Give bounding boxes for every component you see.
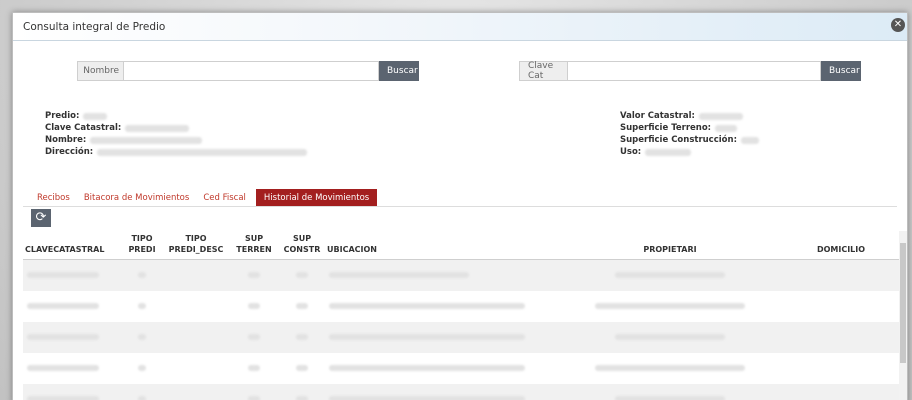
- redacted-value: [740, 136, 759, 144]
- modal-header: Consulta integral de Predio: [13, 13, 907, 41]
- table-cell: [121, 290, 163, 322]
- table-cell: [565, 321, 775, 353]
- redacted-value: [715, 124, 738, 132]
- col-header-tipo-predi-desc[interactable]: TIPO PREDI_DESC: [163, 231, 229, 260]
- table-cell: [325, 259, 565, 291]
- nombre-search-button[interactable]: Buscar: [379, 61, 419, 81]
- redacted-value: [97, 148, 308, 156]
- nombre-info-label: Nombre:: [45, 135, 87, 145]
- table-cell: [775, 290, 907, 322]
- table-cell: [279, 383, 325, 400]
- redacted-value: [645, 148, 692, 156]
- table-cell: [163, 321, 229, 353]
- table-cell: [23, 290, 121, 322]
- modal-title: Consulta integral de Predio: [23, 20, 166, 33]
- table-cell: [121, 259, 163, 291]
- table-cell: [279, 259, 325, 291]
- redacted-value: [698, 112, 743, 120]
- table-row[interactable]: [23, 383, 907, 400]
- col-header-tipo-predi[interactable]: TIPO PREDI: [121, 231, 163, 260]
- nombre-search: Nombre Buscar: [77, 61, 419, 81]
- nombre-input[interactable]: [123, 61, 379, 81]
- table-header-row: CLAVECATASTRAL TIPO PREDI TIPO PREDI_DESC …: [23, 231, 907, 260]
- col-header-sup-constr[interactable]: SUP CONSTR: [279, 231, 325, 260]
- col-header-clavecatastral[interactable]: CLAVECATASTRAL: [23, 231, 121, 260]
- predio-info-right: Valor Catastral: Superficie Terreno: Sup…: [620, 110, 759, 158]
- clave-search: Clave Cat Buscar: [519, 61, 861, 81]
- table-row[interactable]: [23, 290, 907, 322]
- table-cell: [23, 321, 121, 353]
- valor-catastral-label: Valor Catastral:: [620, 111, 695, 121]
- clave-cat-search-button[interactable]: Buscar: [821, 61, 861, 81]
- table-cell: [163, 383, 229, 400]
- table-cell: [775, 352, 907, 384]
- table-cell: [23, 383, 121, 400]
- table-cell: [229, 290, 279, 322]
- table-cell: [325, 383, 565, 400]
- tabs-divider: [23, 206, 897, 207]
- clave-cat-label: Clave Cat: [519, 61, 567, 81]
- table-cell: [775, 259, 907, 291]
- col-header-ubicacion[interactable]: UBICACION: [325, 231, 565, 260]
- table-cell: [229, 321, 279, 353]
- tab-historial-movimientos[interactable]: Historial de Movimientos: [255, 189, 378, 207]
- table-row[interactable]: [23, 321, 907, 353]
- historial-table: CLAVECATASTRAL TIPO PREDI TIPO PREDI_DESC …: [23, 231, 907, 400]
- table-scrollbar[interactable]: [899, 231, 907, 400]
- tab-recibos[interactable]: Recibos: [37, 189, 70, 207]
- close-icon[interactable]: ✕: [891, 18, 905, 32]
- table-row[interactable]: [23, 352, 907, 384]
- predio-label: Predio:: [45, 111, 80, 121]
- superficie-construccion-label: Superficie Construcción:: [620, 135, 737, 145]
- table-cell: [163, 290, 229, 322]
- clave-catastral-label: Clave Catastral:: [45, 123, 122, 133]
- table-row[interactable]: [23, 259, 907, 291]
- table-cell: [121, 321, 163, 353]
- col-header-propietari[interactable]: PROPIETARI: [565, 231, 775, 260]
- table-cell: [279, 321, 325, 353]
- table-cell: [279, 352, 325, 384]
- redacted-value: [90, 136, 203, 144]
- table-cell: [163, 259, 229, 291]
- col-header-domicilio[interactable]: DOMICILIO: [775, 231, 907, 260]
- superficie-terreno-label: Superficie Terreno:: [620, 123, 712, 133]
- clave-cat-input[interactable]: [567, 61, 821, 81]
- table-cell: [163, 352, 229, 384]
- direccion-label: Dirección:: [45, 147, 94, 157]
- table-cell: [775, 383, 907, 400]
- table-cell: [565, 259, 775, 291]
- table-cell: [121, 383, 163, 400]
- redacted-value: [125, 124, 190, 132]
- consulta-predio-modal: Consulta integral de Predio ✕ Nombre Bus…: [12, 12, 908, 400]
- table-cell: [565, 352, 775, 384]
- col-header-sup-terren[interactable]: SUP TERREN: [229, 231, 279, 260]
- table-cell: [23, 352, 121, 384]
- table-cell: [325, 321, 565, 353]
- table-cell: [279, 290, 325, 322]
- predio-info-left: Predio: Clave Catastral: Nombre: Direcci…: [45, 110, 308, 158]
- table-cell: [565, 290, 775, 322]
- scroll-thumb[interactable]: [900, 243, 906, 363]
- tab-bitacora-movimientos[interactable]: Bitacora de Movimientos: [84, 189, 190, 207]
- tab-ced-fiscal[interactable]: Ced Fiscal: [203, 189, 246, 207]
- table-cell: [23, 259, 121, 291]
- table-cell: [775, 321, 907, 353]
- table-cell: [565, 383, 775, 400]
- table-cell: [325, 352, 565, 384]
- redacted-value: [83, 112, 108, 120]
- nombre-label: Nombre: [77, 61, 123, 81]
- tab-bar: Recibos Bitacora de Movimientos Ced Fisc…: [13, 189, 391, 207]
- table-cell: [229, 352, 279, 384]
- refresh-icon[interactable]: ⟳: [31, 209, 51, 227]
- table-cell: [325, 290, 565, 322]
- table-cell: [229, 383, 279, 400]
- table-cell: [229, 259, 279, 291]
- table-cell: [121, 352, 163, 384]
- uso-label: Uso:: [620, 147, 642, 157]
